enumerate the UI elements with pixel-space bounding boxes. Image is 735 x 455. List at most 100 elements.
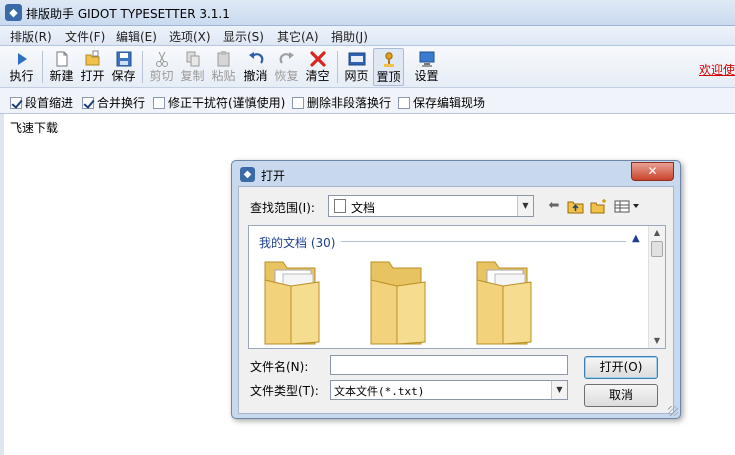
dialog-title-bar[interactable]: ◆ 打开 ✕ xyxy=(232,161,680,186)
group-divider xyxy=(341,241,626,242)
folder-icon[interactable] xyxy=(261,256,323,348)
file-type-value: 文本文件(*.txt) xyxy=(334,385,425,398)
fix-interference-checkbox[interactable]: 修正干扰符(谨慎使用) xyxy=(153,94,286,110)
menu-edit[interactable]: 编辑(E) xyxy=(116,28,157,45)
cut-button[interactable]: 剪切 xyxy=(146,48,177,86)
menu-options[interactable]: 选项(X) xyxy=(169,28,211,45)
settings-label: 设置 xyxy=(414,69,439,83)
dialog-title: 打开 xyxy=(261,169,286,183)
view-menu-icon[interactable] xyxy=(614,198,642,214)
web-label: 网页 xyxy=(344,69,369,83)
file-type-dropdown[interactable]: 文本文件(*.txt) ▼ xyxy=(330,380,568,400)
new-button[interactable]: 新建 xyxy=(46,48,77,86)
back-arrow-icon[interactable]: ⬅ xyxy=(545,198,563,214)
dialog-close-button[interactable]: ✕ xyxy=(631,162,674,181)
look-in-value: 文档 xyxy=(351,201,376,215)
look-in-dropdown[interactable]: 文档 ▼ xyxy=(328,195,534,217)
menu-other[interactable]: 其它(A) xyxy=(277,28,319,45)
delete-breaks-label: 删除非段落换行 xyxy=(307,96,392,110)
dialog-app-icon: ◆ xyxy=(240,167,255,182)
resize-grip[interactable] xyxy=(668,406,678,416)
undo-arrow-icon xyxy=(248,52,263,64)
welcome-link[interactable]: 欢迎使 xyxy=(699,61,735,78)
up-folder-icon[interactable] xyxy=(567,198,585,214)
cut-label: 剪切 xyxy=(149,69,174,83)
menu-display[interactable]: 显示(S) xyxy=(223,28,264,45)
file-name-label: 文件名(N): xyxy=(250,360,309,374)
play-icon xyxy=(17,53,27,65)
checkbox-box[interactable] xyxy=(153,97,165,109)
file-type-label: 文件类型(T): xyxy=(250,384,319,398)
chevron-down-icon[interactable]: ▼ xyxy=(517,196,533,216)
run-label: 执行 xyxy=(9,69,34,83)
html-page-icon xyxy=(348,52,365,66)
redo-button[interactable]: 恢复 xyxy=(271,48,302,86)
chevron-up-icon[interactable]: ▲ xyxy=(632,233,640,244)
web-button[interactable]: 网页 xyxy=(341,48,372,86)
redo-label: 恢复 xyxy=(274,69,299,83)
toolbar-separator xyxy=(337,51,338,83)
fix-interference-label: 修正干扰符(谨慎使用) xyxy=(168,96,286,110)
checkbox-box[interactable] xyxy=(292,97,304,109)
new-document-icon xyxy=(56,51,67,67)
checkbox-box[interactable] xyxy=(82,97,94,109)
checkbox-box[interactable] xyxy=(398,97,410,109)
copy-icon xyxy=(186,51,199,67)
toolbar-separator xyxy=(142,51,143,83)
scissors-icon xyxy=(155,51,168,67)
copy-button[interactable]: 复制 xyxy=(177,48,208,86)
redo-arrow-icon xyxy=(279,52,294,64)
open-label: 打开 xyxy=(80,69,105,83)
scroll-up-icon[interactable]: ▲ xyxy=(649,226,665,240)
monitor-settings-icon xyxy=(419,51,434,67)
editor-text: 飞速下载 xyxy=(10,121,59,135)
paste-button[interactable]: 粘贴 xyxy=(208,48,239,86)
folder-icon[interactable] xyxy=(367,256,429,348)
clear-button[interactable]: 清空 xyxy=(302,48,333,86)
paste-label: 粘贴 xyxy=(211,69,236,83)
anchor-pin-icon xyxy=(383,52,394,67)
save-disk-icon xyxy=(116,51,131,67)
pin-top-button[interactable]: 置顶 xyxy=(373,48,404,86)
clear-label: 清空 xyxy=(305,69,330,83)
menu-donate[interactable]: 捐助(J) xyxy=(331,28,368,45)
document-icon xyxy=(334,199,346,213)
cancel-button[interactable]: 取消 xyxy=(584,384,658,407)
settings-button[interactable]: 设置 xyxy=(411,48,442,86)
open-dialog: ◆ 打开 ✕ 查找范围(I): 文档 ▼ ⬅ 我的文档 (30) ▲ ▲ ▼ 文… xyxy=(231,160,681,419)
window-title: 排版助手 GIDOT TYPESETTER 3.1.1 xyxy=(26,7,230,21)
chevron-down-icon[interactable]: ▼ xyxy=(551,381,567,399)
run-button[interactable]: 执行 xyxy=(6,48,37,86)
open-button[interactable]: 打开(O) xyxy=(584,356,658,379)
title-bar: ◆ 排版助手 GIDOT TYPESETTER 3.1.1 xyxy=(0,0,735,26)
save-scene-label: 保存编辑现场 xyxy=(413,96,486,110)
save-label: 保存 xyxy=(111,69,136,83)
options-bar: 段首缩进 合并换行 修正干扰符(谨慎使用) 删除非段落换行 保存编辑现场 xyxy=(0,88,735,114)
file-name-input[interactable] xyxy=(330,355,568,375)
file-list-scrollbar[interactable]: ▲ ▼ xyxy=(648,226,665,348)
save-scene-checkbox[interactable]: 保存编辑现场 xyxy=(398,94,486,110)
undo-button[interactable]: 撤消 xyxy=(240,48,271,86)
merge-checkbox[interactable]: 合并换行 xyxy=(82,94,146,110)
open-button[interactable]: 打开 xyxy=(77,48,108,86)
checkbox-box[interactable] xyxy=(10,97,22,109)
menu-typeset[interactable]: 排版(R) xyxy=(10,28,52,45)
paste-clipboard-icon xyxy=(217,51,229,67)
save-button[interactable]: 保存 xyxy=(108,48,139,86)
open-folder-icon xyxy=(85,50,99,66)
indent-label: 段首缩进 xyxy=(25,96,74,110)
folder-icon[interactable] xyxy=(473,256,535,348)
copy-label: 复制 xyxy=(180,69,205,83)
delete-breaks-checkbox[interactable]: 删除非段落换行 xyxy=(292,94,392,110)
menu-bar: 排版(R) 文件(F) 编辑(E) 选项(X) 显示(S) 其它(A) 捐助(J… xyxy=(0,26,735,46)
indent-checkbox[interactable]: 段首缩进 xyxy=(10,94,74,110)
dialog-body: 查找范围(I): 文档 ▼ ⬅ 我的文档 (30) ▲ ▲ ▼ 文件名(N): … xyxy=(238,186,674,414)
merge-label: 合并换行 xyxy=(97,96,146,110)
menu-file[interactable]: 文件(F) xyxy=(65,28,105,45)
new-folder-icon[interactable] xyxy=(590,198,608,214)
scroll-down-icon[interactable]: ▼ xyxy=(649,334,665,348)
scroll-thumb[interactable] xyxy=(651,241,663,257)
pin-top-label: 置顶 xyxy=(376,70,401,84)
file-list-pane[interactable]: 我的文档 (30) ▲ ▲ ▼ xyxy=(248,225,666,349)
group-header-my-documents[interactable]: 我的文档 (30) xyxy=(259,234,335,251)
